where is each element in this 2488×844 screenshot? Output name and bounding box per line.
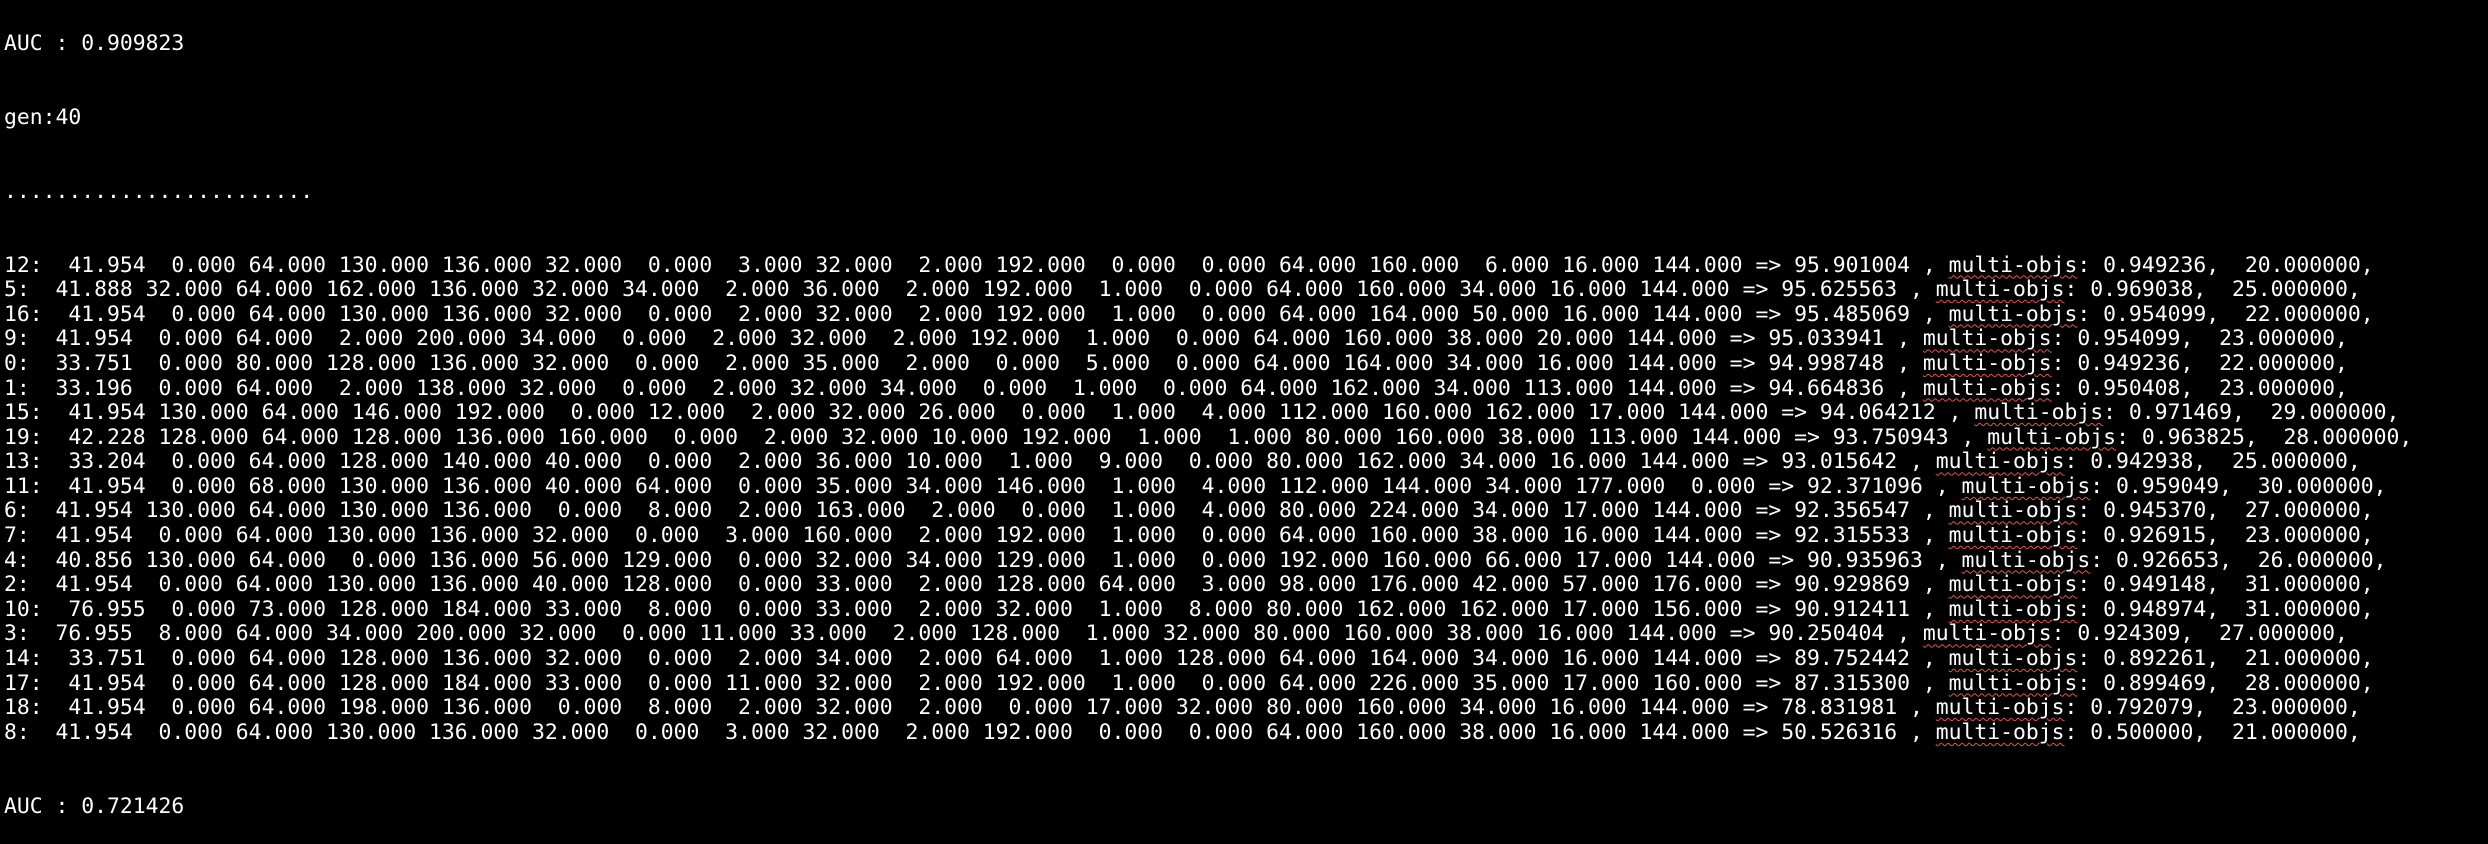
result-row: 19: 42.228 128.000 64.000 128.000 136.00… [4,424,2488,451]
row-values: 13: 33.204 0.000 64.000 128.000 140.000 … [4,449,1936,475]
multi-objs-label: multi-objs [1974,400,2104,426]
multi-objs-label: multi-objs [1948,572,2078,598]
multi-objs-values: : 0.899469, 28.000000, [2077,670,2374,696]
multi-objs-values: : 0.945370, 27.000000, [2077,498,2374,524]
multi-objs-label: multi-objs [1948,498,2078,524]
multi-objs-values: : 0.926653, 26.000000, [2090,547,2387,573]
multi-objs-label: multi-objs [1935,277,2065,303]
result-row: 10: 76.955 0.000 73.000 128.000 184.000 … [4,596,2488,623]
multi-objs-label: multi-objs [1935,719,2065,745]
multi-objs-values: : 0.892261, 21.000000, [2077,646,2374,672]
multi-objs-values: : 0.971469, 29.000000, [2103,400,2400,426]
multi-objs-label: multi-objs [1935,449,2065,475]
multi-objs-values: : 0.954099, 23.000000, [2051,326,2348,352]
multi-objs-values: : 0.792079, 23.000000, [2064,695,2361,721]
multi-objs-values: : 0.948974, 31.000000, [2077,596,2374,622]
row-values: 1: 33.196 0.000 64.000 2.000 138.000 32.… [4,375,1923,401]
generation-line: gen:40 [4,104,82,130]
multi-objs-label: multi-objs [1948,596,2078,622]
row-values: 10: 76.955 0.000 73.000 128.000 184.000 … [4,596,1949,622]
row-values: 6: 41.954 130.000 64.000 130.000 136.000… [4,498,1949,524]
result-row: 5: 41.888 32.000 64.000 162.000 136.000 … [4,277,2488,303]
multi-objs-values: : 0.949148, 31.000000, [2077,572,2374,598]
multi-objs-label: multi-objs [1948,301,2078,327]
result-row: 3: 76.955 8.000 64.000 34.000 200.000 32… [4,622,2488,647]
row-values: 18: 41.954 0.000 64.000 198.000 136.000 … [4,695,1936,721]
row-values: 19: 42.228 128.000 64.000 128.000 136.00… [4,424,1988,450]
result-row: 9: 41.954 0.000 64.000 2.000 200.000 34.… [4,327,2488,352]
result-row: 1: 33.196 0.000 64.000 2.000 138.000 32.… [4,375,2488,402]
result-row: 17: 41.954 0.000 64.000 128.000 184.000 … [4,670,2488,697]
row-values: 14: 33.751 0.000 64.000 128.000 136.000 … [4,646,1949,672]
result-row: 4: 40.856 130.000 64.000 0.000 136.000 5… [4,547,2488,574]
multi-objs-label: multi-objs [1948,670,2078,696]
multi-objs-values: : 0.500000, 21.000000, [2064,719,2361,745]
result-row: 18: 41.954 0.000 64.000 198.000 136.000 … [4,695,2488,721]
result-row: 15: 41.954 130.000 64.000 146.000 192.00… [4,400,2488,426]
result-row: 0: 33.751 0.000 80.000 128.000 136.000 3… [4,350,2488,377]
multi-objs-values: : 0.954099, 22.000000, [2077,301,2374,327]
multi-objs-label: multi-objs [1961,473,2091,499]
multi-objs-label: multi-objs [1935,695,2065,721]
multi-objs-label: multi-objs [1948,646,2078,672]
result-row: 16: 41.954 0.000 64.000 130.000 136.000 … [4,301,2488,328]
multi-objs-label: multi-objs [1922,326,2052,352]
row-values: 11: 41.954 0.000 68.000 130.000 136.000 … [4,473,1962,499]
result-rows: 12: 41.954 0.000 64.000 130.000 136.000 … [4,252,2488,746]
multi-objs-values: : 0.959049, 30.000000, [2090,473,2387,499]
multi-objs-label: multi-objs [1948,523,2078,549]
result-row: 2: 41.954 0.000 64.000 130.000 136.000 4… [4,572,2488,598]
multi-objs-values: : 0.969038, 25.000000, [2064,277,2361,303]
previous-auc-line: AUC : 0.909823 [4,31,185,57]
multi-objs-label: multi-objs [1961,547,2091,573]
multi-objs-values: : 0.949236, 20.000000, [2077,252,2374,278]
row-values: 8: 41.954 0.000 64.000 130.000 136.000 3… [4,719,1936,745]
row-values: 16: 41.954 0.000 64.000 130.000 136.000 … [4,301,1949,327]
result-row: 7: 41.954 0.000 64.000 130.000 136.000 3… [4,523,2488,549]
auc-line: AUC : 0.721426 [4,793,185,819]
multi-objs-values: : 0.942938, 25.000000, [2064,449,2361,475]
row-values: 0: 33.751 0.000 80.000 128.000 136.000 3… [4,350,1923,376]
multi-objs-label: multi-objs [1987,424,2117,450]
result-row: 14: 33.751 0.000 64.000 128.000 136.000 … [4,646,2488,672]
multi-objs-values: : 0.963825, 28.000000, [2116,424,2413,450]
multi-objs-label: multi-objs [1922,350,2052,376]
result-row: 8: 41.954 0.000 64.000 130.000 136.000 3… [4,719,2488,746]
multi-objs-label: multi-objs [1922,375,2052,401]
row-values: 4: 40.856 130.000 64.000 0.000 136.000 5… [4,547,1962,573]
result-row: 12: 41.954 0.000 64.000 130.000 136.000 … [4,252,2488,279]
row-values: 2: 41.954 0.000 64.000 130.000 136.000 4… [4,572,1949,598]
multi-objs-values: : 0.926915, 23.000000, [2077,523,2374,549]
multi-objs-values: : 0.950408, 23.000000, [2051,375,2348,401]
multi-objs-label: multi-objs [1922,621,2052,647]
terminal-output[interactable]: AUC : 0.909823 gen:40 ..................… [0,0,2488,844]
result-row: 11: 41.954 0.000 68.000 130.000 136.000 … [4,473,2488,500]
row-values: 9: 41.954 0.000 64.000 2.000 200.000 34.… [4,326,1923,352]
progress-dots: ........................ [4,178,314,204]
row-values: 15: 41.954 130.000 64.000 146.000 192.00… [4,400,1975,426]
multi-objs-values: : 0.924309, 27.000000, [2051,621,2348,647]
result-row: 6: 41.954 130.000 64.000 130.000 136.000… [4,499,2488,524]
multi-objs-values: : 0.949236, 22.000000, [2051,350,2348,376]
result-row: 13: 33.204 0.000 64.000 128.000 140.000 … [4,449,2488,475]
row-values: 3: 76.955 8.000 64.000 34.000 200.000 32… [4,621,1923,647]
row-values: 12: 41.954 0.000 64.000 130.000 136.000 … [4,252,1949,278]
multi-objs-label: multi-objs [1948,252,2078,278]
row-values: 5: 41.888 32.000 64.000 162.000 136.000 … [4,277,1936,303]
row-values: 17: 41.954 0.000 64.000 128.000 184.000 … [4,670,1949,696]
row-values: 7: 41.954 0.000 64.000 130.000 136.000 3… [4,523,1949,549]
